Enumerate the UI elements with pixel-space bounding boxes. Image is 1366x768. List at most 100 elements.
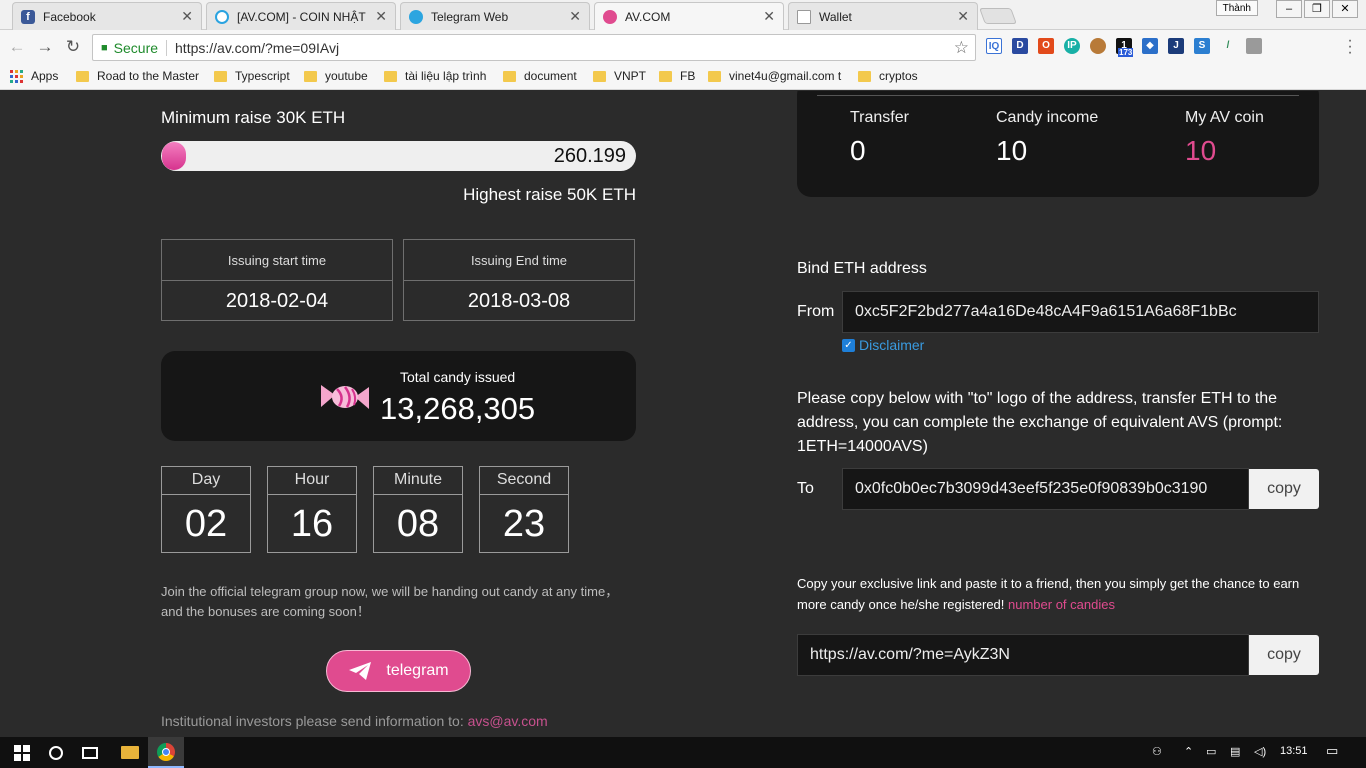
countdown-day: Day 02 [161,466,251,553]
gray-extension-icon[interactable] [1246,38,1262,54]
close-window-icon[interactable]: ✕ [1332,0,1358,18]
new-tab-button[interactable] [979,8,1017,24]
clock-time[interactable]: 13:51 [1280,745,1308,757]
folder-icon [503,70,516,82]
tray-chevron-icon[interactable]: ⌃ [1184,745,1193,758]
institutional-email-link[interactable]: avs@av.com [468,713,548,729]
profile-button[interactable]: Thành [1215,0,1258,16]
raise-progress-fill [162,142,186,170]
checkbox-checked-icon[interactable]: ✓ [842,338,855,352]
disclaimer-link[interactable]: Disclaimer [859,337,924,353]
url-text[interactable]: https://av.com/?me=09IAvj [175,40,339,56]
shield-extension-icon[interactable]: ◆ [1142,38,1158,54]
file-explorer-icon[interactable] [112,737,148,768]
from-address-field[interactable]: 0xc5F2F2bd277a4a16De48cA4F9a6151A6a68F1b… [842,291,1319,333]
copy-address-button[interactable]: copy [1249,469,1319,509]
network-icon[interactable]: ▤ [1230,745,1240,758]
minimize-icon[interactable]: – [1276,0,1302,18]
chrome-taskbar-icon[interactable] [148,737,184,768]
office-extension-icon[interactable]: O [1038,38,1054,54]
bookmark-label: youtube [325,69,368,83]
issuing-start-box: Issuing start time 2018-02-04 [161,239,393,321]
bookmark-document[interactable]: document [503,69,577,83]
close-tab-icon[interactable]: ✕ [181,8,193,25]
highest-raise-label: Highest raise 50K ETH [463,185,636,204]
stat-candy-income: Candy income 10 [996,109,1098,167]
bookmark-label: tài liệu lập trình [405,69,487,83]
forward-icon[interactable]: → [34,36,56,58]
extensions: IQ D O IP 1 173 ◆ J S / [986,38,1262,57]
close-tab-icon[interactable]: ✕ [569,8,581,25]
reload-icon[interactable]: ↻ [62,36,84,58]
bookmark-road-to-master[interactable]: Road to the Master [76,69,199,83]
referral-link-field[interactable]: https://av.com/?me=AykZ3N [797,634,1249,676]
folder-icon [384,70,397,82]
copy-link-button[interactable]: copy [1249,635,1319,675]
close-tab-icon[interactable]: ✕ [957,8,969,25]
folder-icon [708,70,721,82]
restore-icon[interactable]: ❐ [1304,0,1330,18]
bookmark-cryptos[interactable]: cryptos [858,69,918,83]
iq-extension-icon[interactable]: IQ [986,38,1002,54]
candy-icon [321,385,369,409]
bookmark-apps[interactable]: Apps [10,69,58,83]
d-extension-icon[interactable]: D [1012,38,1028,54]
bookmark-label: VNPT [614,69,647,83]
tab-av-com[interactable]: AV.COM ✕ [594,2,784,30]
tab-wallet[interactable]: Wallet ✕ [788,2,978,30]
volume-icon[interactable]: ◁) [1254,745,1266,758]
back-icon[interactable]: ← [6,36,28,58]
tab-telegram-web[interactable]: Telegram Web ✕ [400,2,590,30]
bind-eth-title: Bind ETH address [797,260,927,277]
bookmark-typescript[interactable]: Typescript [214,69,290,83]
j-extension-icon[interactable]: J [1168,38,1184,54]
stat-value: 0 [850,135,866,166]
bookmark-label: Typescript [235,69,290,83]
to-address-field[interactable]: 0x0fc0b0ec7b3099d43eef5f235e0f90839b0c31… [842,468,1249,510]
bookmark-vinet[interactable]: vinet4u@gmail.com t [708,69,841,83]
battery-icon[interactable]: ▭ [1206,745,1216,758]
number-of-candies-link[interactable]: number of candies [1008,597,1115,612]
tab-facebook[interactable]: f Facebook ✕ [12,2,202,30]
bookmark-fb[interactable]: FB [659,69,695,83]
from-label: From [797,303,835,320]
notifications-icon[interactable]: ▭ [1326,743,1338,759]
windows-start-icon[interactable] [4,737,40,768]
countdown-label: Minute [374,467,462,495]
tab-strip: f Facebook ✕ [AV.COM] - COIN NHẬT ✕ Tele… [0,0,1366,30]
people-icon[interactable]: ⚇ [1152,745,1162,758]
disclaimer-checkbox[interactable]: ✓ Disclaimer [842,337,924,353]
lock-icon: ■ [101,41,108,54]
close-tab-icon[interactable]: ✕ [375,8,387,25]
countdown-hour: Hour 16 [267,466,357,553]
s-extension-icon[interactable]: S [1194,38,1210,54]
paper-plane-icon [349,662,372,680]
join-telegram-text: Join the official telegram group now, we… [161,584,619,619]
cookie-extension-icon[interactable] [1090,38,1106,54]
telegram-button[interactable]: telegram [326,650,471,692]
search-circle-icon[interactable] [38,737,74,768]
raise-current-value: 260.199 [553,145,626,167]
bookmark-youtube[interactable]: youtube [304,69,368,83]
page-icon [797,9,811,24]
browser-menu-icon[interactable]: · · · [1346,33,1354,61]
transfer-instructions: Please copy below with "to" logo of the … [797,390,1283,455]
badge-extension-icon[interactable]: 1 173 [1116,38,1134,57]
address-bar[interactable]: ■ Secure https://av.com/?me=09IAvj ☆ [92,34,976,61]
ip-extension-icon[interactable]: IP [1064,38,1080,54]
pen-extension-icon[interactable]: / [1220,38,1236,54]
bookmark-tai-lieu[interactable]: tài liệu lập trình [384,69,486,83]
bookmark-vnpt[interactable]: VNPT [593,69,646,83]
bookmark-star-icon[interactable]: ☆ [954,38,969,58]
tab-title: [AV.COM] - COIN NHẬT [237,9,366,24]
page-content: Minimum raise 30K ETH 260.199 Highest ra… [0,91,1366,737]
countdown-label: Hour [268,467,356,495]
countdown-value: 16 [290,503,334,545]
close-tab-icon[interactable]: ✕ [763,8,775,25]
bookmark-label: vinet4u@gmail.com t [729,69,842,83]
bookmark-label: FB [680,69,696,83]
tab-av-coin-nhat[interactable]: [AV.COM] - COIN NHẬT ✕ [206,2,396,30]
task-view-icon[interactable] [72,737,108,768]
bookmark-label: cryptos [879,69,918,83]
issuing-start-value: 2018-02-04 [225,290,329,312]
